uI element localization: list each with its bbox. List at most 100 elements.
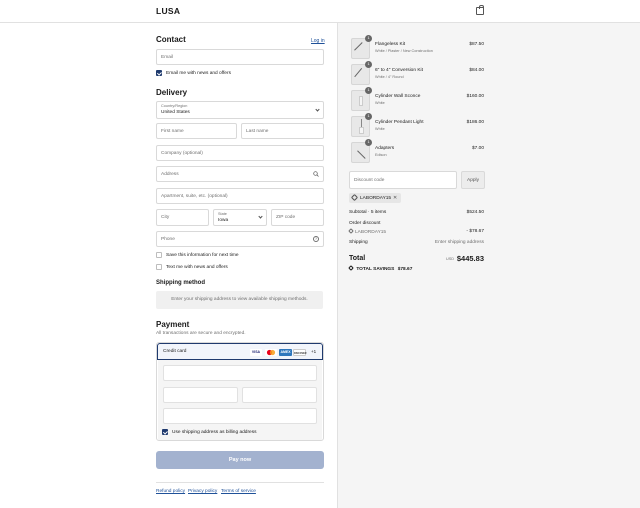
search-icon: [313, 171, 319, 177]
discount-code-label: LABORDAY15: [355, 230, 387, 235]
discount-detail-row: LABORDAY15 - $78.67: [348, 228, 484, 237]
state-label: State: [218, 212, 227, 216]
more-cards: +1: [311, 349, 317, 354]
remove-discount-icon[interactable]: ✕: [393, 195, 397, 201]
save-info-label: Save this information for next time: [166, 253, 239, 258]
item-name: Cylinder Pendant Light: [375, 120, 424, 125]
card-number-field[interactable]: [163, 365, 317, 381]
phone-placeholder: Phone: [161, 237, 175, 242]
line-item: 1 6" to 4" Conversion Kit White / 4" Rou…: [351, 61, 484, 86]
quantity-badge: 1: [365, 87, 372, 94]
email-placeholder: Email: [161, 55, 173, 60]
first-name-field[interactable]: First name: [156, 123, 237, 139]
shipping-label: Shipping: [349, 240, 368, 245]
discover-icon: DISCOVER: [293, 349, 307, 356]
item-variant: White / 4" Round: [375, 75, 404, 79]
chevron-down-icon: [258, 214, 263, 219]
billing-address-label: Use shipping address as billing address: [172, 430, 257, 435]
applied-code: LABORDAY15: [360, 195, 392, 201]
item-price: $160.00: [466, 94, 484, 99]
apartment-placeholder: Apartment, suite, etc. (optional): [161, 194, 228, 199]
line-item: 1 Cylinder Pendant Light White $186.00: [351, 113, 484, 138]
order-discount-row: Order discount: [349, 221, 484, 229]
currency-label: USD: [445, 257, 454, 261]
apply-button[interactable]: Apply: [461, 171, 485, 189]
discount-placeholder: Discount code: [354, 178, 385, 183]
email-news-label: Email me with news and offers: [166, 71, 231, 76]
address-field[interactable]: Address: [156, 166, 324, 182]
login-link[interactable]: Log in: [311, 38, 325, 44]
last-name-placeholder: Last name: [246, 129, 269, 134]
quantity-badge: 1: [365, 139, 372, 146]
order-discount-label: Order discount: [349, 221, 381, 226]
quantity-badge: 1: [365, 61, 372, 68]
last-name-field[interactable]: Last name: [241, 123, 324, 139]
item-name: Adapters: [375, 146, 395, 151]
item-name: 6" to 4" Conversion Kit: [375, 68, 423, 73]
item-name: Cylinder Wall Sconce: [375, 94, 421, 99]
line-item: 1 Flangeless Kit White / Plaster / New C…: [351, 35, 484, 60]
item-price: $186.00: [466, 120, 484, 125]
pay-now-button[interactable]: Pay now: [156, 451, 324, 469]
total-savings: TOTAL SAVINGS $78.67: [348, 265, 484, 274]
store-logo[interactable]: LUSA: [156, 6, 180, 16]
name-on-card-field[interactable]: [163, 408, 317, 424]
text-news-label: Text me with news and offers: [166, 265, 228, 270]
visa-icon: VISA: [250, 349, 262, 356]
subtotal-row: Subtotal · 5 items $524.50: [349, 210, 484, 218]
text-news-checkbox[interactable]: [156, 264, 162, 270]
contact-heading: Contact: [156, 35, 186, 44]
email-field[interactable]: Email: [156, 49, 324, 65]
phone-field[interactable]: Phone ?: [156, 231, 324, 247]
discount-code-field[interactable]: Discount code: [349, 171, 457, 189]
amex-icon: AMEX: [279, 349, 292, 356]
subtotal-value: $524.50: [466, 210, 484, 215]
applied-discount-tag: LABORDAY15 ✕: [349, 193, 401, 203]
payment-methods: Credit card VISA AMEX DISCOVER +1 Use sh…: [156, 342, 324, 441]
expiration-field[interactable]: [163, 387, 238, 403]
subtotal-label: Subtotal · 5 items: [349, 210, 387, 215]
total-label: Total: [349, 255, 366, 262]
country-select[interactable]: Country/Region United States: [156, 101, 324, 119]
address-placeholder: Address: [161, 172, 179, 177]
line-item: 1 Adapters Edison $7.00: [351, 139, 484, 164]
item-variant: White / Plaster / New Construction: [375, 49, 433, 53]
item-variant: Edison: [375, 153, 387, 157]
item-variant: White: [375, 101, 385, 105]
email-news-checkbox[interactable]: [156, 70, 162, 76]
site-header: LUSA: [0, 0, 640, 23]
discount-value: - $78.67: [466, 229, 484, 234]
billing-address-checkbox[interactable]: [162, 429, 168, 435]
quantity-badge: 1: [365, 113, 372, 120]
tag-icon: [348, 265, 354, 271]
help-icon[interactable]: ?: [313, 236, 319, 242]
privacy-policy-link[interactable]: Privacy policy: [188, 489, 217, 494]
state-select[interactable]: State Iowa: [213, 209, 267, 226]
security-code-field[interactable]: [242, 387, 317, 403]
savings-label: TOTAL SAVINGS: [356, 267, 395, 272]
refund-policy-link[interactable]: Refund policy: [156, 489, 185, 494]
tag-icon: [348, 228, 354, 234]
company-field[interactable]: Company (optional): [156, 145, 324, 161]
apartment-field[interactable]: Apartment, suite, etc. (optional): [156, 188, 324, 204]
company-placeholder: Company (optional): [161, 151, 203, 156]
item-price: $7.00: [471, 146, 484, 151]
credit-card-option[interactable]: Credit card VISA AMEX DISCOVER +1: [157, 343, 323, 360]
terms-of-service-link[interactable]: Terms of service: [221, 489, 256, 494]
shipping-value: Enter shipping address: [434, 240, 484, 245]
credit-card-label: Credit card: [163, 349, 187, 354]
save-info-checkbox[interactable]: [156, 252, 162, 258]
city-field[interactable]: City: [156, 209, 209, 226]
item-price: $87.50: [469, 42, 484, 47]
city-placeholder: City: [161, 215, 170, 220]
zip-placeholder: ZIP code: [276, 215, 296, 220]
savings-value: $78.67: [397, 267, 413, 272]
card-fields: Use shipping address as billing address: [158, 360, 322, 440]
state-value: Iowa: [218, 218, 229, 223]
delivery-heading: Delivery: [156, 88, 188, 97]
item-name: Flangeless Kit: [375, 42, 406, 47]
payment-subtitle: All transactions are secure and encrypte…: [156, 331, 246, 336]
zip-field[interactable]: ZIP code: [271, 209, 324, 226]
country-value: United States: [161, 110, 190, 115]
bag-icon[interactable]: [476, 5, 484, 15]
